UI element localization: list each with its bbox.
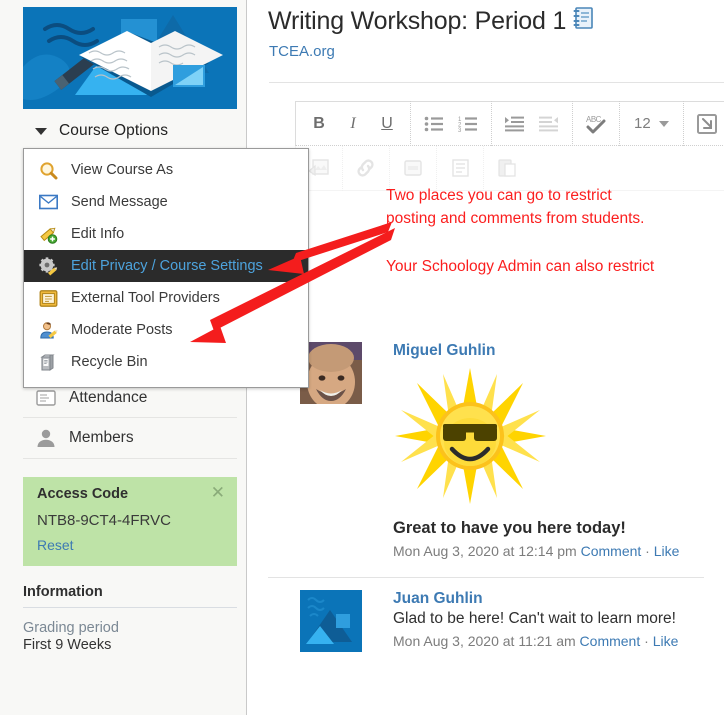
menu-item-label: Recycle Bin [71, 354, 148, 370]
chevron-down-icon[interactable] [658, 120, 669, 127]
editor-toolbar: B I U 123 ABC 12 [295, 101, 724, 146]
members-icon [35, 427, 69, 449]
attendance-icon [35, 388, 69, 408]
meta-separator: · [645, 543, 650, 559]
menu-item-edit-privacy-course-settings[interactable]: Edit Privacy / Course Settings [24, 250, 308, 282]
like-link[interactable]: Like [654, 543, 680, 559]
comment-link[interactable]: Comment [580, 633, 641, 649]
post-timestamp: Mon Aug 3, 2020 at 11:21 am [393, 633, 576, 649]
bullet-list-icon[interactable] [417, 107, 451, 141]
access-code-value: NTB8-9CT4-4FRVC [37, 512, 171, 529]
magnifier-icon [38, 160, 58, 180]
access-code-title: Access Code [37, 486, 129, 502]
link-icon[interactable] [349, 151, 383, 185]
post-body: Juan Guhlin Glad to be here! Can't wait … [393, 590, 704, 649]
toolbar2-group-document [437, 145, 484, 191]
pencil-add-icon [38, 224, 58, 244]
bold-button[interactable]: B [302, 107, 336, 141]
grading-period-label: Grading period [23, 620, 119, 636]
toolbar-group-insert[interactable] [684, 101, 724, 146]
schoology-course-page: Course Options Attendance Members Access… [0, 0, 724, 715]
menu-item-recycle-bin[interactable]: Recycle Bin [24, 346, 308, 378]
close-icon[interactable]: ✕ [211, 484, 225, 501]
toolbar-group-format: B I U [296, 101, 411, 146]
toolbar-group-lists: 123 [411, 101, 492, 146]
menu-item-moderate-posts[interactable]: Moderate Posts [24, 314, 308, 346]
indent-decrease-icon[interactable] [532, 107, 566, 141]
sidebar-item-label: Members [69, 429, 134, 446]
course-banner-image [23, 7, 237, 109]
post-text: Great to have you here today! [393, 519, 626, 537]
main-content: Writing Workshop: Period 1 TCEA.org B I … [248, 0, 724, 715]
post-timestamp: Mon Aug 3, 2020 at 12:14 pm [393, 543, 577, 559]
toolbar-group-spellcheck: ABC [573, 101, 620, 146]
external-tool-icon [38, 288, 58, 308]
post-author[interactable]: Miguel Guhlin [393, 342, 704, 360]
post-meta: Mon Aug 3, 2020 at 11:21 am Comment · Li… [393, 633, 704, 649]
menu-item-label: Edit Privacy / Course Settings [71, 258, 263, 274]
editor-toolbar-secondary [295, 145, 724, 191]
envelope-icon [38, 192, 58, 212]
underline-button[interactable]: U [370, 107, 404, 141]
menu-item-send-message[interactable]: Send Message [24, 186, 308, 218]
spellcheck-icon[interactable]: ABC [579, 107, 613, 141]
menu-item-edit-info[interactable]: Edit Info [24, 218, 308, 250]
svg-text:ABC: ABC [586, 115, 602, 124]
menu-item-external-tool-providers[interactable]: External Tool Providers [24, 282, 308, 314]
menu-item-label: Edit Info [71, 226, 125, 242]
toolbar2-group-file [390, 145, 437, 191]
access-code-card: Access Code ✕ NTB8-9CT4-4FRVC Reset [23, 477, 237, 566]
avatar[interactable] [300, 590, 362, 652]
sidebar-item-label: Attendance [69, 388, 148, 406]
avatar[interactable] [300, 342, 362, 404]
document-icon[interactable] [443, 151, 477, 185]
information-title: Information [23, 584, 237, 608]
italic-button[interactable]: I [336, 107, 370, 141]
post-author[interactable]: Juan Guhlin [393, 590, 704, 608]
title-divider [269, 82, 724, 83]
course-options-label: Course Options [59, 122, 169, 139]
menu-item-label: External Tool Providers [71, 290, 220, 306]
post-text: Glad to be here! Can't wait to learn mor… [393, 610, 676, 627]
sidebar-item-members[interactable]: Members [23, 418, 237, 459]
post-body: Miguel Guhlin Great to have you here tod… [393, 342, 704, 559]
menu-item-label: Send Message [71, 194, 168, 210]
access-code-reset-link[interactable]: Reset [37, 537, 74, 553]
post-item: Miguel Guhlin Great to have you here tod… [248, 330, 724, 569]
course-options-toggle[interactable]: Course Options [23, 118, 237, 144]
gear-pencil-icon [38, 256, 58, 276]
file-insert-icon[interactable] [396, 151, 430, 185]
toolbar-group-font-size[interactable]: 12 [620, 101, 684, 146]
insert-icon[interactable] [690, 107, 724, 141]
person-pencil-icon [38, 320, 58, 340]
indent-increase-icon[interactable] [498, 107, 532, 141]
page-title-text: Writing Workshop: Period 1 [268, 7, 567, 35]
toolbar-group-indent [492, 101, 573, 146]
chevron-down-icon [35, 127, 47, 135]
notebook-icon [572, 6, 594, 37]
post-feed: Miguel Guhlin Great to have you here tod… [248, 330, 724, 659]
grading-period-value: First 9 Weeks [23, 637, 112, 653]
page-title: Writing Workshop: Period 1 [268, 6, 594, 37]
paste-icon[interactable] [490, 151, 524, 185]
meta-separator: · [644, 633, 649, 649]
recycle-bin-icon [38, 352, 58, 372]
post-item: Juan Guhlin Glad to be here! Can't wait … [248, 578, 724, 659]
comment-link[interactable]: Comment [581, 543, 642, 559]
like-link[interactable]: Like [653, 633, 679, 649]
sun-sunglasses-emoji [393, 366, 704, 511]
numbered-list-icon[interactable]: 123 [451, 107, 485, 141]
menu-item-label: Moderate Posts [71, 322, 173, 338]
menu-item-label: View Course As [71, 162, 174, 178]
course-options-menu: View Course As Send Message Edit Info Ed… [23, 148, 309, 388]
toolbar2-group-link [343, 145, 390, 191]
menu-item-view-course-as[interactable]: View Course As [24, 154, 308, 186]
svg-text:3: 3 [458, 128, 462, 132]
post-meta: Mon Aug 3, 2020 at 12:14 pm Comment · Li… [393, 543, 704, 559]
information-block: Information Grading period First 9 Weeks [23, 584, 237, 653]
font-size-value: 12 [634, 115, 651, 132]
course-subtitle-link[interactable]: TCEA.org [269, 43, 335, 60]
toolbar2-group-paste [484, 146, 530, 191]
